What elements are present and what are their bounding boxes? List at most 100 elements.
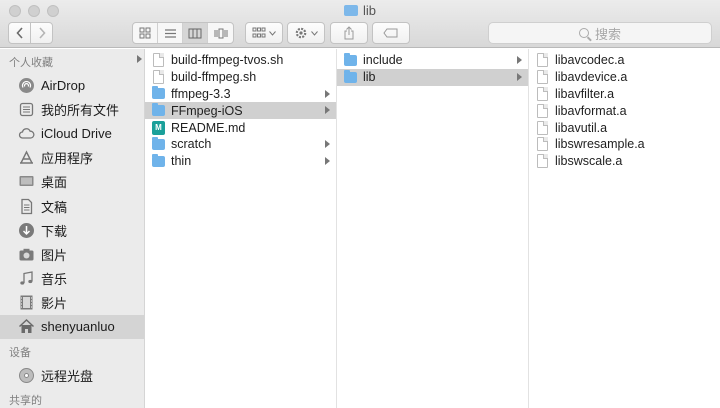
folder-icon <box>152 86 165 101</box>
search-icon <box>578 28 589 38</box>
sidebar-item-label: 文稿 <box>41 199 68 215</box>
sidebar-item-label: 图片 <box>41 247 68 263</box>
share-button[interactable] <box>330 22 368 44</box>
sidebar-item-icloud-drive[interactable]: iCloud Drive <box>0 121 144 145</box>
file-icon <box>536 137 549 152</box>
cloud-icon <box>18 125 35 142</box>
list-item[interactable]: libavformat.a <box>529 102 720 119</box>
search-field[interactable]: 搜索 <box>488 22 712 44</box>
icon-view-icon <box>139 27 151 39</box>
list-item[interactable]: thin <box>145 153 336 170</box>
column-view-button[interactable] <box>183 23 208 43</box>
document-icon <box>18 198 35 215</box>
sidebar-item-label: shenyuanluo <box>41 319 115 335</box>
view-mode-selector <box>132 22 234 44</box>
list-item[interactable]: libavfilter.a <box>529 86 720 103</box>
folder-icon <box>344 52 357 68</box>
folder-icon <box>343 5 358 16</box>
arrange-icon <box>252 27 266 38</box>
airdrop-icon <box>18 77 35 94</box>
browser-column-2: include lib <box>337 49 529 408</box>
list-item[interactable]: libavutil.a <box>529 119 720 136</box>
list-item[interactable]: libavdevice.a <box>529 69 720 86</box>
folder-icon <box>152 103 165 118</box>
folder-icon <box>344 69 357 85</box>
sidebar-item-movies[interactable]: 影片 <box>0 291 144 315</box>
forward-button[interactable] <box>30 22 53 44</box>
search-placeholder: 搜索 <box>594 26 621 42</box>
arrange-button[interactable] <box>245 22 283 44</box>
list-item[interactable]: libswscale.a <box>529 153 720 170</box>
folder-icon <box>152 153 165 169</box>
cover-flow-button[interactable] <box>208 23 233 43</box>
sidebar-item-applications[interactable]: 应用程序 <box>0 146 144 170</box>
desktop-icon <box>18 173 35 190</box>
sidebar-item-label: 远程光盘 <box>41 368 94 384</box>
share-icon <box>344 26 354 40</box>
disc-icon <box>18 367 35 384</box>
sidebar-item-documents[interactable]: 文稿 <box>0 194 144 218</box>
chevron-right-icon <box>325 89 330 98</box>
markdown-file-icon: M <box>152 120 165 135</box>
sidebar-item-all-files[interactable]: 我的所有文件 <box>0 97 144 121</box>
sidebar-item-pictures[interactable]: 图片 <box>0 242 144 266</box>
sidebar-item-label: 桌面 <box>41 175 68 191</box>
sidebar-item-remote-disc[interactable]: 远程光盘 <box>0 363 144 387</box>
list-view-button[interactable] <box>158 23 183 43</box>
file-icon <box>536 154 549 169</box>
chevron-right-icon <box>325 156 330 165</box>
chevron-right-icon <box>325 139 330 148</box>
sidebar: 个人收藏 AirDrop 我的所有文件 iCloud Drive 应用程序 桌面… <box>0 49 145 408</box>
list-item[interactable]: scratch <box>145 136 336 153</box>
cover-flow-icon <box>214 28 227 38</box>
sidebar-item-label: 我的所有文件 <box>41 102 120 118</box>
chevron-down-icon <box>269 30 276 36</box>
action-button[interactable] <box>287 22 325 44</box>
file-icon <box>536 120 549 135</box>
chevron-right-icon <box>325 106 330 115</box>
camera-icon <box>18 246 35 263</box>
browser-column-1: build-ffmpeg-tvos.sh build-ffmpeg.sh ffm… <box>145 49 337 408</box>
list-item[interactable]: libswresample.a <box>529 136 720 153</box>
home-icon <box>18 318 35 335</box>
chevron-right-icon <box>137 55 142 63</box>
sidebar-section-favorites: 个人收藏 <box>9 57 53 69</box>
icon-view-button[interactable] <box>133 23 158 43</box>
sidebar-item-music[interactable]: 音乐 <box>0 267 144 291</box>
sidebar-item-airdrop[interactable]: AirDrop <box>0 73 144 97</box>
tag-icon <box>383 28 398 38</box>
back-button[interactable] <box>8 22 31 44</box>
sidebar-item-label: iCloud Drive <box>41 125 112 141</box>
chevron-right-icon <box>517 72 522 81</box>
list-item[interactable]: lib <box>337 68 528 86</box>
music-icon <box>18 270 35 287</box>
file-icon <box>152 53 165 68</box>
sidebar-item-label: 应用程序 <box>41 151 94 167</box>
file-icon <box>536 86 549 101</box>
chevron-left-icon <box>15 27 23 39</box>
gear-icon <box>295 27 307 39</box>
file-icon <box>536 70 549 85</box>
list-item[interactable]: ffmpeg-3.3 <box>145 86 336 103</box>
list-item[interactable]: include <box>337 52 528 69</box>
list-item[interactable]: build-ffmpeg-tvos.sh <box>145 52 336 69</box>
sidebar-item-downloads[interactable]: 下载 <box>0 218 144 242</box>
folder-icon <box>152 136 165 152</box>
sidebar-section-devices: 设备 <box>9 347 31 360</box>
list-item[interactable]: FFmpeg-iOS <box>145 102 336 120</box>
sidebar-item-desktop[interactable]: 桌面 <box>0 170 144 194</box>
tag-button[interactable] <box>372 22 410 44</box>
file-icon <box>152 70 165 85</box>
title-bar: lib 搜索 <box>0 0 720 48</box>
chevron-right-icon <box>38 27 46 39</box>
list-item[interactable]: M README.md <box>145 119 336 136</box>
list-item[interactable]: libavcodec.a <box>529 52 720 69</box>
all-files-icon <box>18 101 35 118</box>
list-item[interactable]: build-ffmpeg.sh <box>145 69 336 86</box>
file-icon <box>536 53 549 68</box>
column-view-icon <box>188 28 202 38</box>
chevron-right-icon <box>517 56 522 64</box>
applications-icon <box>18 149 35 166</box>
sidebar-item-label: 影片 <box>41 296 68 312</box>
sidebar-item-home[interactable]: shenyuanluo <box>0 314 144 340</box>
